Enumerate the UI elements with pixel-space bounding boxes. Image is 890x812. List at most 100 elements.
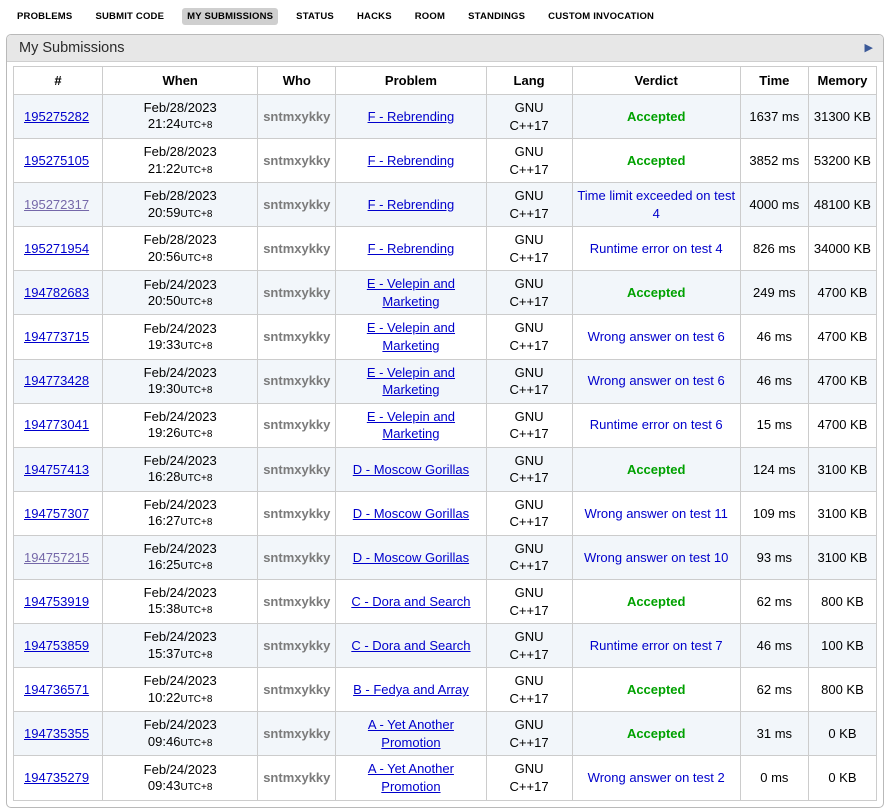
table-row: 194753919 Feb/24/2023 15:38UTC+8 sntmxyk… (14, 580, 877, 624)
submission-id-link[interactable]: 194735355 (24, 726, 89, 741)
problem-link[interactable]: F - Rebrending (368, 241, 455, 256)
verdict-label[interactable]: Accepted (627, 594, 686, 609)
submission-id-link[interactable]: 194736571 (24, 682, 89, 697)
user-link[interactable]: sntmxykky (263, 506, 330, 521)
user-link[interactable]: sntmxykky (263, 197, 330, 212)
table-row: 194782683 Feb/24/2023 20:50UTC+8 sntmxyk… (14, 271, 877, 315)
nav-item[interactable]: SUBMIT CODE (90, 8, 169, 25)
submission-clock: 09:46 (148, 734, 181, 749)
submission-exec-time: 3852 ms (740, 139, 808, 183)
submission-date: Feb/28/2023 (144, 100, 217, 115)
submission-date: Feb/24/2023 (144, 453, 217, 468)
submission-id-link[interactable]: 194757413 (24, 462, 89, 477)
problem-link[interactable]: F - Rebrending (368, 197, 455, 212)
user-link[interactable]: sntmxykky (263, 726, 330, 741)
problem-link[interactable]: F - Rebrending (368, 109, 455, 124)
submission-verdict-cell: Wrong answer on test 2 (572, 756, 740, 800)
verdict-label[interactable]: Runtime error on test 6 (590, 417, 723, 432)
user-link[interactable]: sntmxykky (263, 770, 330, 785)
nav-item[interactable]: CUSTOM INVOCATION (543, 8, 659, 25)
submission-problem-cell: F - Rebrending (336, 227, 486, 271)
nav-item[interactable]: HACKS (352, 8, 397, 25)
problem-link[interactable]: D - Moscow Gorillas (353, 506, 469, 521)
user-link[interactable]: sntmxykky (263, 153, 330, 168)
verdict-label[interactable]: Wrong answer on test 11 (585, 506, 728, 521)
submission-verdict-cell: Accepted (572, 668, 740, 712)
submission-clock: 10:22 (148, 690, 181, 705)
problem-link[interactable]: D - Moscow Gorillas (353, 462, 469, 477)
problem-link[interactable]: E - Velepin and Marketing (367, 365, 455, 398)
collapse-arrow-icon[interactable]: ▶ (865, 43, 873, 54)
verdict-label[interactable]: Runtime error on test 7 (590, 638, 723, 653)
verdict-label[interactable]: Wrong answer on test 6 (588, 373, 725, 388)
user-link[interactable]: sntmxykky (263, 285, 330, 300)
verdict-label[interactable]: Wrong answer on test 2 (588, 770, 725, 785)
table-row: 195271954 Feb/28/2023 20:56UTC+8 sntmxyk… (14, 227, 877, 271)
submission-memory: 34000 KB (808, 227, 876, 271)
submission-problem-cell: D - Moscow Gorillas (336, 447, 486, 491)
submission-exec-time: 826 ms (740, 227, 808, 271)
problem-link[interactable]: C - Dora and Search (351, 638, 470, 653)
verdict-label[interactable]: Accepted (627, 109, 686, 124)
verdict-label[interactable]: Accepted (627, 682, 686, 697)
user-link[interactable]: sntmxykky (263, 594, 330, 609)
submission-id-link[interactable]: 194753919 (24, 594, 89, 609)
submission-clock: 20:50 (148, 293, 181, 308)
user-link[interactable]: sntmxykky (263, 462, 330, 477)
problem-link[interactable]: F - Rebrending (368, 153, 455, 168)
submission-date: Feb/24/2023 (144, 717, 217, 732)
verdict-label[interactable]: Accepted (627, 285, 686, 300)
verdict-label[interactable]: Runtime error on test 4 (590, 241, 723, 256)
problem-link[interactable]: E - Velepin and Marketing (367, 320, 455, 353)
submission-id-link[interactable]: 194757215 (24, 550, 89, 565)
lang-label: GNU C++17 (510, 497, 549, 530)
verdict-label[interactable]: Accepted (627, 726, 686, 741)
submission-when: Feb/24/2023 16:25UTC+8 (103, 535, 258, 579)
submission-id-link[interactable]: 194757307 (24, 506, 89, 521)
nav-item[interactable]: ROOM (410, 8, 450, 25)
nav-item[interactable]: PROBLEMS (12, 8, 77, 25)
user-link[interactable]: sntmxykky (263, 682, 330, 697)
nav-item[interactable]: MY SUBMISSIONS (182, 8, 278, 25)
problem-link[interactable]: E - Velepin and Marketing (367, 276, 455, 309)
verdict-label[interactable]: Time limit exceeded on test 4 (577, 188, 735, 221)
submission-lang: GNU C++17 (486, 139, 572, 183)
user-link[interactable]: sntmxykky (263, 329, 330, 344)
verdict-label[interactable]: Accepted (627, 462, 686, 477)
user-link[interactable]: sntmxykky (263, 638, 330, 653)
submission-id-link[interactable]: 194753859 (24, 638, 89, 653)
user-link[interactable]: sntmxykky (263, 550, 330, 565)
submission-id-link[interactable]: 195272317 (24, 197, 89, 212)
problem-link[interactable]: C - Dora and Search (351, 594, 470, 609)
verdict-label[interactable]: Accepted (627, 153, 686, 168)
submission-id-link[interactable]: 194773428 (24, 373, 89, 388)
nav-item[interactable]: STANDINGS (463, 8, 530, 25)
problem-link[interactable]: D - Moscow Gorillas (353, 550, 469, 565)
problem-link[interactable]: A - Yet Another Promotion (368, 761, 454, 794)
submission-id-link[interactable]: 195271954 (24, 241, 89, 256)
verdict-label[interactable]: Wrong answer on test 10 (584, 550, 728, 565)
verdict-label[interactable]: Wrong answer on test 6 (588, 329, 725, 344)
table-row: 194757413 Feb/24/2023 16:28UTC+8 sntmxyk… (14, 447, 877, 491)
user-link[interactable]: sntmxykky (263, 109, 330, 124)
submission-id-link[interactable]: 194773041 (24, 417, 89, 432)
submission-id-link[interactable]: 194735279 (24, 770, 89, 785)
submission-lang: GNU C++17 (486, 580, 572, 624)
submission-id-cell: 194773041 (14, 403, 103, 447)
submission-id-link[interactable]: 194782683 (24, 285, 89, 300)
submission-clock: 21:22 (148, 161, 181, 176)
user-link[interactable]: sntmxykky (263, 417, 330, 432)
problem-link[interactable]: E - Velepin and Marketing (367, 409, 455, 442)
problem-link[interactable]: A - Yet Another Promotion (368, 717, 454, 750)
submission-problem-cell: E - Velepin and Marketing (336, 271, 486, 315)
lang-label: GNU C++17 (510, 585, 549, 618)
submission-memory: 53200 KB (808, 139, 876, 183)
user-link[interactable]: sntmxykky (263, 373, 330, 388)
problem-link[interactable]: B - Fedya and Array (353, 682, 469, 697)
submission-id-link[interactable]: 194773715 (24, 329, 89, 344)
nav-item[interactable]: STATUS (291, 8, 339, 25)
submission-id-link[interactable]: 195275282 (24, 109, 89, 124)
submission-lang: GNU C++17 (486, 491, 572, 535)
submission-id-link[interactable]: 195275105 (24, 153, 89, 168)
user-link[interactable]: sntmxykky (263, 241, 330, 256)
